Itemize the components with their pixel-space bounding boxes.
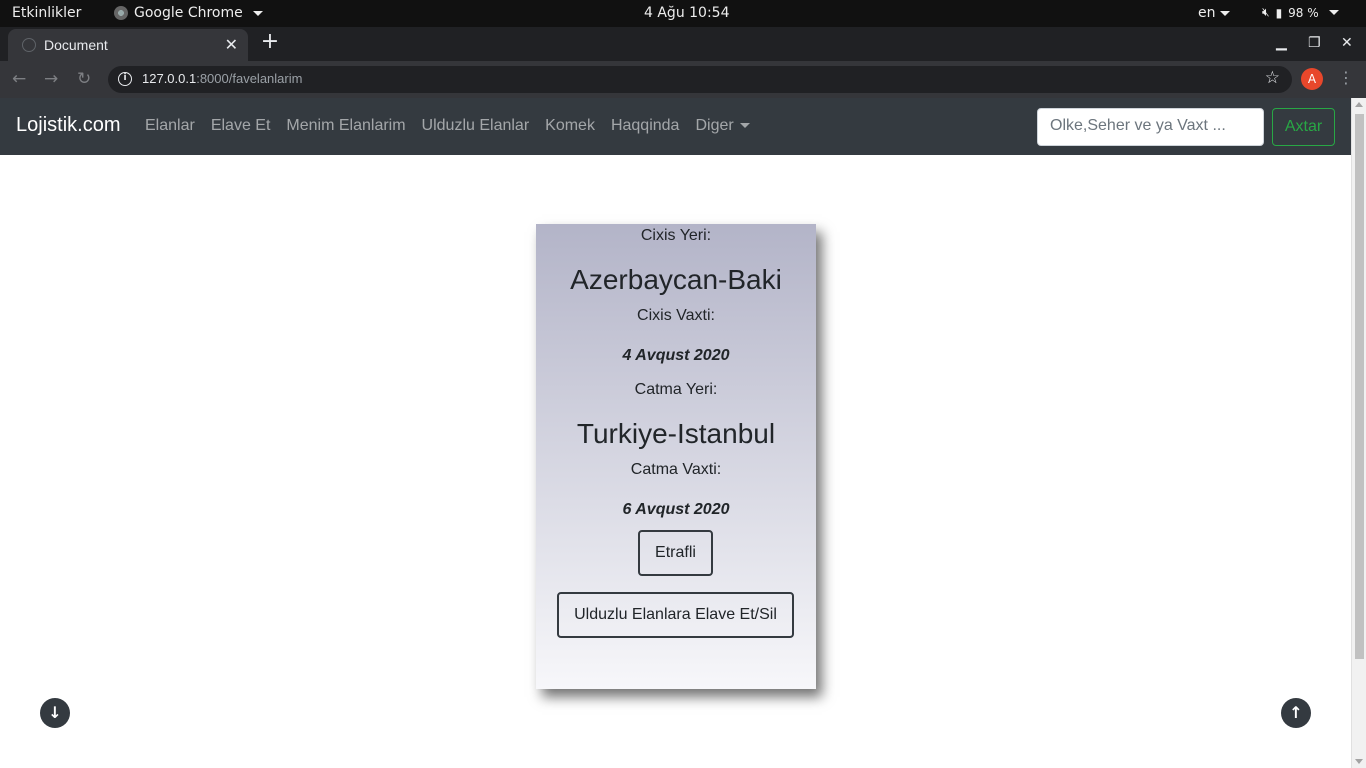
site-brand[interactable]: Lojistik.com [16,114,120,137]
url-path: :8000/favelanlarim [196,71,303,86]
arrow-down-icon[interactable]: ↓ [40,698,70,728]
arrival-date: 6 Avqust 2020 [622,501,730,518]
profile-avatar[interactable]: A [1301,68,1323,90]
departure-label: Cixis Yeri: [640,227,712,244]
browser-menu-icon[interactable]: ⋮ [1338,68,1354,87]
chevron-down-icon [1219,10,1230,16]
minimize-icon[interactable]: ▁ [1276,35,1287,51]
nav-link-ulduzlu-elanlar[interactable]: Ulduzlu Elanlar [422,117,530,135]
close-window-icon[interactable]: ✕ [1341,35,1353,51]
arrival-label: Catma Yeri: [634,381,718,398]
language-label: en [1198,5,1216,21]
nav-dropdown-diger[interactable]: Diger [695,117,750,135]
address-bar[interactable]: i 127.0.0.1:8000/favelanlarim ☆ [108,66,1292,93]
battery-icon: ▮ [1275,5,1283,20]
nav-links: Elanlar Elave Et Menim Elanlarim Ulduzlu… [145,117,750,135]
tab-strip: Document ✕ + ▁ ❐ ✕ [0,27,1366,61]
info-icon[interactable]: i [118,72,132,86]
chrome-icon [114,6,128,20]
arrival-place: Turkiye-Istanbul [576,418,776,449]
activities-button[interactable]: Etkinlikler [12,5,81,21]
bookmark-star-icon[interactable]: ☆ [1265,68,1280,88]
page-viewport: Lojistik.com Elanlar Elave Et Menim Elan… [0,98,1366,768]
language-selector[interactable]: en [1198,5,1230,21]
scroll-down-arrow-icon[interactable] [1355,759,1363,764]
clock[interactable]: 4 Ağu 10:54 [644,5,730,21]
departure-time-label: Cixis Vaxti: [637,307,715,324]
scroll-up-arrow-icon[interactable] [1355,102,1363,107]
browser-tab[interactable]: Document ✕ [8,29,248,61]
arrival-time-label: Catma Vaxti: [630,461,722,478]
volume-muted-icon: 🔇︎ [1262,5,1270,19]
chevron-down-icon [252,10,263,16]
tab-title: Document [44,37,108,53]
details-button[interactable]: Etrafli [638,530,713,576]
close-tab-icon[interactable]: ✕ [225,35,238,54]
restore-icon[interactable]: ❐ [1308,35,1321,51]
nav-link-elave-et[interactable]: Elave Et [211,117,271,135]
battery-percent: 98 % [1288,5,1319,20]
forward-icon[interactable]: → [44,69,58,89]
listing-card: Cixis Yeri: Azerbaycan-Baki Cixis Vaxti:… [536,224,816,689]
departure-place: Azerbaycan-Baki [570,264,782,295]
chevron-down-icon [739,123,750,129]
search-button[interactable]: Axtar [1272,108,1335,146]
scrollbar-thumb[interactable] [1355,114,1364,659]
favicon-icon [22,38,36,52]
back-icon[interactable]: ← [12,69,26,89]
nav-link-haqqinda[interactable]: Haqqinda [611,117,680,135]
search-input[interactable]: Olke,Seher ve ya Vaxt ... [1037,108,1264,146]
chevron-down-icon [1328,10,1339,15]
site-navbar: Lojistik.com Elanlar Elave Et Menim Elan… [0,98,1351,155]
departure-date: 4 Avqust 2020 [622,347,730,364]
browser-toolbar: ← → ↻ i 127.0.0.1:8000/favelanlarim ☆ A … [0,61,1366,98]
nav-link-elanlar[interactable]: Elanlar [145,117,195,135]
nav-link-diger: Diger [695,117,734,134]
favorite-toggle-button[interactable]: Ulduzlu Elanlara Elave Et/Sil [557,592,794,638]
nav-link-komek[interactable]: Komek [545,117,595,135]
new-tab-button[interactable]: + [258,31,282,55]
arrow-up-icon[interactable]: ↑ [1281,698,1311,728]
nav-link-menim-elanlarim[interactable]: Menim Elanlarim [286,117,405,135]
url-text: 127.0.0.1:8000/favelanlarim [142,71,302,86]
url-host: 127.0.0.1 [142,71,197,86]
app-menu-label: Google Chrome [134,5,243,21]
page-scrollbar[interactable] [1351,98,1366,768]
reload-icon[interactable]: ↻ [77,69,91,89]
app-menu[interactable]: Google Chrome [114,5,263,21]
system-status-menu[interactable]: 🔇︎ ▮ 98 % [1262,5,1339,20]
system-top-bar: Etkinlikler Google Chrome 4 Ağu 10:54 en… [0,0,1366,27]
